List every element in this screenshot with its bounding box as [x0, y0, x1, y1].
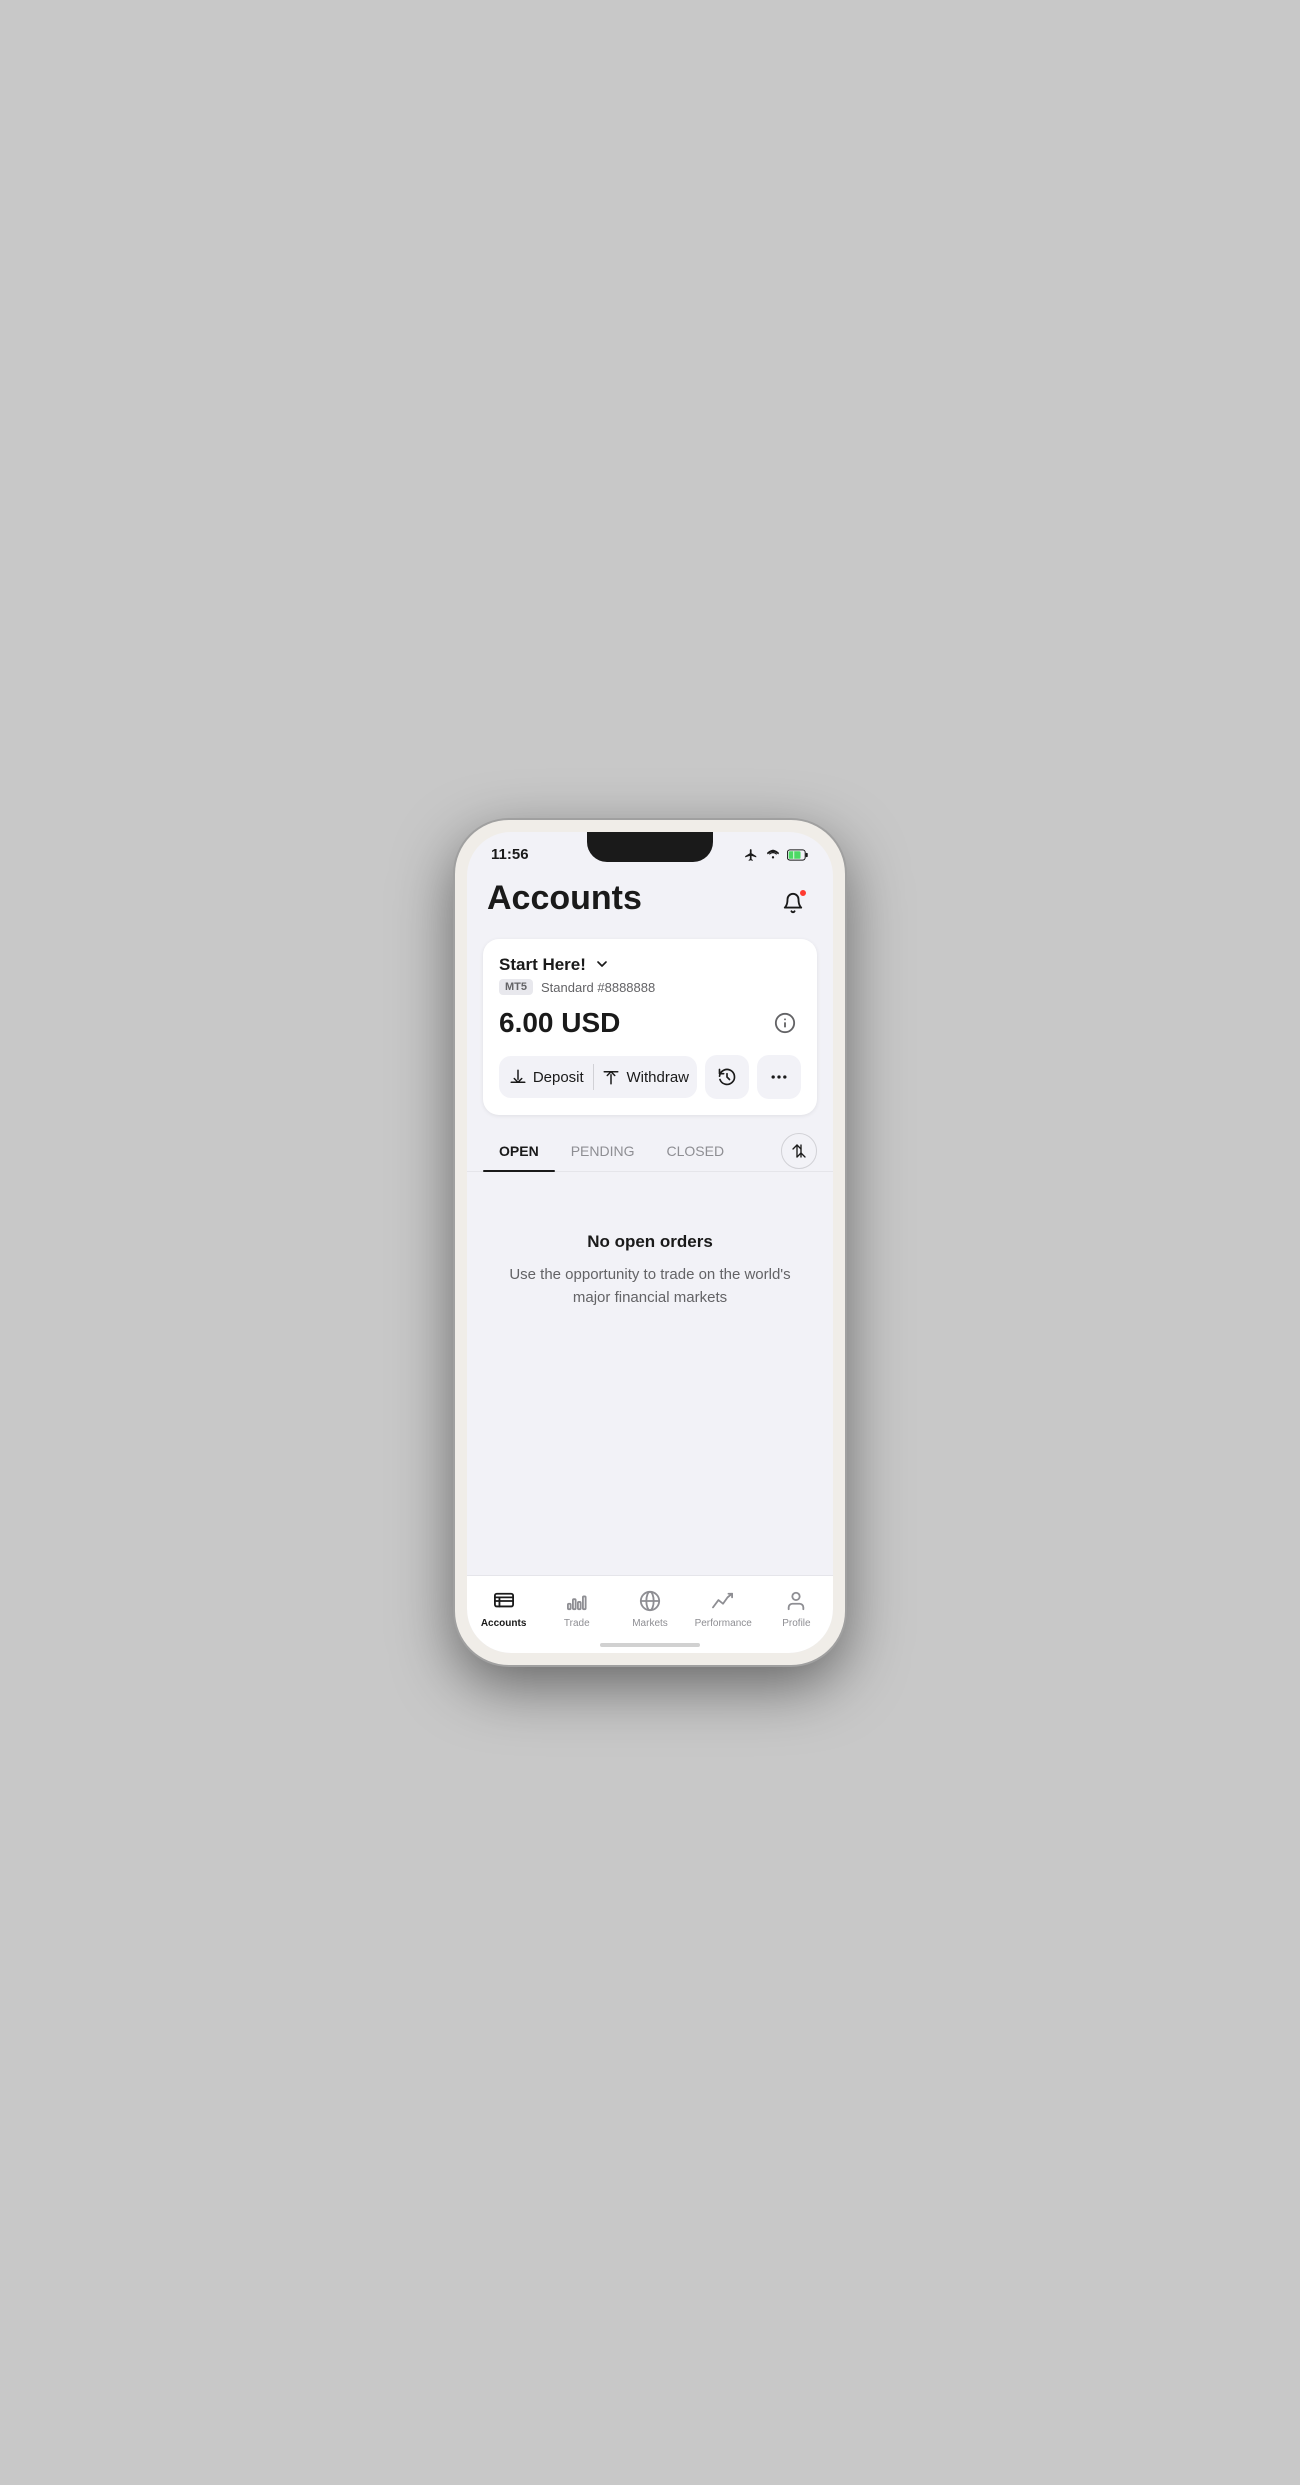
phone-frame: 11:56 — [455, 820, 845, 1665]
account-subtype: Standard #8888888 — [541, 980, 655, 995]
more-options-button[interactable] — [757, 1055, 801, 1099]
header-area: Accounts — [467, 867, 833, 931]
notification-bell-button[interactable] — [773, 883, 813, 923]
tabs-container: OPEN PENDING CLOSED — [467, 1131, 833, 1172]
empty-subtitle: Use the opportunity to trade on the worl… — [507, 1264, 793, 1309]
notification-dot — [799, 889, 807, 897]
sort-icon — [791, 1143, 807, 1159]
action-row: Deposit Withdraw — [499, 1055, 801, 1099]
account-type-badge: MT5 — [499, 979, 533, 995]
account-name-row: Start Here! — [499, 955, 801, 975]
empty-title: No open orders — [587, 1232, 713, 1252]
nav-trade-label: Trade — [564, 1618, 590, 1629]
nav-trade[interactable]: Trade — [540, 1584, 613, 1633]
nav-performance[interactable]: Performance — [687, 1584, 760, 1633]
withdraw-button[interactable]: Withdraw — [594, 1056, 697, 1098]
tabs-list: OPEN PENDING CLOSED — [483, 1131, 781, 1171]
nav-accounts[interactable]: Accounts — [467, 1584, 540, 1633]
balance-row: 6.00 USD — [499, 1007, 801, 1039]
tab-closed[interactable]: CLOSED — [650, 1131, 740, 1171]
nav-markets-label: Markets — [632, 1618, 668, 1629]
deposit-icon — [509, 1068, 527, 1086]
battery-icon — [787, 849, 809, 861]
nav-performance-label: Performance — [695, 1618, 752, 1629]
trade-nav-icon — [564, 1588, 590, 1614]
withdraw-label: Withdraw — [626, 1069, 689, 1086]
history-icon — [717, 1067, 737, 1087]
info-button[interactable] — [769, 1007, 801, 1039]
performance-nav-icon — [710, 1588, 736, 1614]
home-indicator — [600, 1643, 700, 1647]
empty-state: No open orders Use the opportunity to tr… — [467, 1172, 833, 1369]
account-card: Start Here! MT5 Standard #8888888 6.00 U… — [483, 939, 817, 1115]
airplane-icon — [743, 848, 759, 862]
more-dots-icon — [769, 1067, 789, 1087]
account-dropdown-chevron[interactable] — [594, 956, 610, 975]
accounts-nav-icon — [491, 1588, 517, 1614]
tab-open[interactable]: OPEN — [483, 1131, 555, 1171]
tab-pending[interactable]: PENDING — [555, 1131, 651, 1171]
nav-profile-label: Profile — [782, 1618, 810, 1629]
nav-profile[interactable]: Profile — [760, 1584, 833, 1633]
wifi-icon — [765, 848, 781, 862]
nav-accounts-label: Accounts — [481, 1618, 527, 1629]
status-icons — [743, 848, 809, 862]
account-name: Start Here! — [499, 955, 586, 975]
account-meta: MT5 Standard #8888888 — [499, 979, 801, 995]
sort-button[interactable] — [781, 1133, 817, 1169]
info-icon — [774, 1012, 796, 1034]
balance-amount: 6.00 USD — [499, 1007, 620, 1039]
deposit-withdraw-group: Deposit Withdraw — [499, 1056, 697, 1098]
markets-nav-icon — [637, 1588, 663, 1614]
notch — [587, 832, 713, 862]
scroll-content: Accounts Start Here! — [467, 867, 833, 1653]
status-time: 11:56 — [491, 846, 529, 863]
phone-screen: 11:56 — [467, 832, 833, 1653]
withdraw-icon — [602, 1068, 620, 1086]
deposit-label: Deposit — [533, 1069, 584, 1086]
deposit-button[interactable]: Deposit — [499, 1056, 593, 1098]
page-title: Accounts — [487, 879, 642, 918]
profile-nav-icon — [783, 1588, 809, 1614]
history-button[interactable] — [705, 1055, 749, 1099]
bottom-nav: Accounts Trade — [467, 1575, 833, 1653]
nav-markets[interactable]: Markets — [613, 1584, 686, 1633]
chevron-down-icon — [594, 956, 610, 972]
